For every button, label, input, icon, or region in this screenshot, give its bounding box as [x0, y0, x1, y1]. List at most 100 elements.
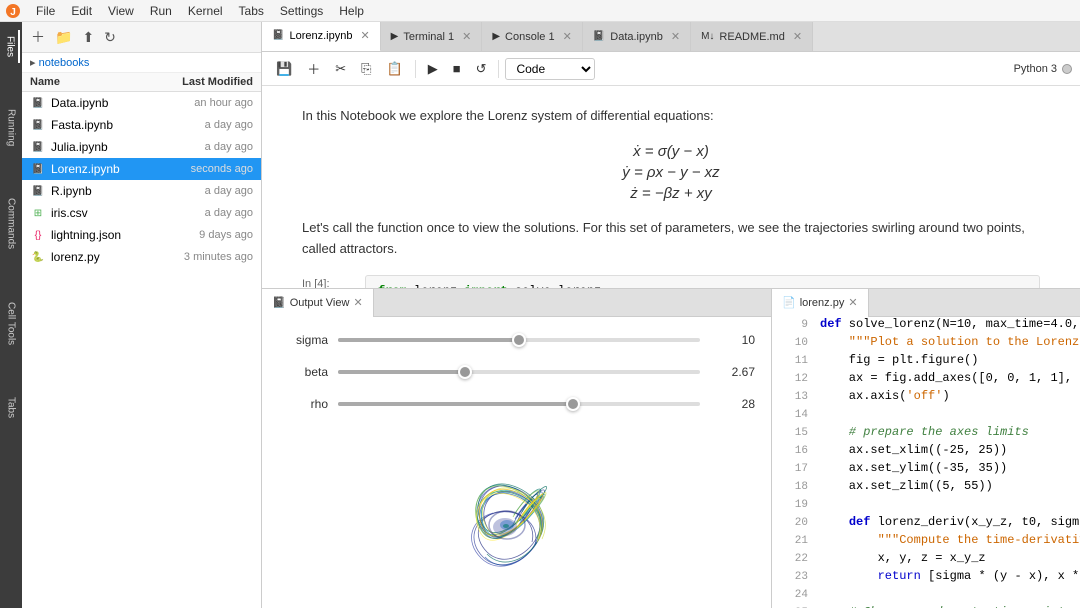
sidebar-cell-tools[interactable]: Cell Tools [4, 296, 19, 351]
line-number: 9 [776, 319, 808, 331]
save-button[interactable]: 💾 [270, 58, 298, 80]
upload-button[interactable]: ⬆ [79, 28, 97, 47]
menu-settings[interactable]: Settings [272, 2, 331, 20]
file-icon: 🐍 [30, 249, 46, 265]
file-item[interactable]: 📓 Fasta.ipynb a day ago [22, 114, 261, 136]
file-modified: a day ago [153, 185, 253, 197]
add-cell-button[interactable]: ＋ [301, 56, 326, 81]
breadcrumb-link[interactable]: notebooks [39, 57, 90, 69]
menu-run[interactable]: Run [142, 2, 180, 20]
file-item[interactable]: 📓 Data.ipynb an hour ago [22, 92, 261, 114]
menu-view[interactable]: View [100, 2, 142, 20]
math-line-3: ż = −βz + xy [302, 185, 1040, 202]
tab-label: Lorenz.ipynb [289, 30, 352, 42]
file-item[interactable]: 📓 Julia.ipynb a day ago [22, 136, 261, 158]
run-button[interactable]: ▶ [422, 58, 444, 80]
math-equations: ẋ = σ(y − x) ẏ = ρx − y − xz ż = −βz + x… [302, 143, 1040, 202]
breadcrumb: ▸ notebooks [22, 53, 261, 73]
output-tab-label: Output View [290, 297, 350, 309]
sidebar-commands[interactable]: Commands [4, 192, 19, 255]
tab-close[interactable]: ✕ [671, 30, 680, 43]
line-content: """Plot a solution to the Lorenz differe… [820, 335, 1080, 349]
slider-value: 10 [710, 333, 755, 347]
cut-button[interactable]: ✂ [329, 58, 352, 80]
tab-label: Terminal 1 [403, 31, 454, 43]
refresh-button[interactable]: ↻ [101, 28, 119, 47]
editor-line: 20 def lorenz_deriv(x_y_z, t0, sigma=sig… [772, 515, 1080, 533]
slider-label: sigma [278, 333, 328, 347]
tab-close[interactable]: ✕ [462, 30, 471, 43]
slider-track[interactable] [338, 338, 700, 342]
tab-close[interactable]: ✕ [563, 30, 572, 43]
line-number: 18 [776, 481, 808, 493]
tab-close[interactable]: ✕ [360, 29, 369, 42]
cell-type-select[interactable]: Code Markdown Raw [505, 58, 595, 80]
file-item[interactable]: ⊞ iris.csv a day ago [22, 202, 261, 224]
tab-label: README.md [719, 31, 784, 43]
editor-line: 17 ax.set_ylim((-35, 35)) [772, 461, 1080, 479]
new-folder-button[interactable]: 📁 [52, 28, 75, 47]
slider-track[interactable] [338, 370, 700, 374]
line-number: 19 [776, 499, 808, 511]
menu-help[interactable]: Help [331, 2, 372, 20]
editor-tab-close[interactable]: ✕ [848, 296, 857, 309]
content-area: 📓 Lorenz.ipynb ✕ ▶ Terminal 1 ✕ ▶ Consol… [262, 22, 1080, 608]
file-icon: 📓 [30, 139, 46, 155]
file-list: 📓 Data.ipynb an hour ago 📓 Fasta.ipynb a… [22, 92, 261, 608]
cell-prompt: In [4]: [302, 278, 357, 288]
output-tab[interactable]: 📓 Output View ✕ [262, 289, 374, 317]
copy-button[interactable]: ⎘ [355, 58, 377, 80]
file-item[interactable]: {} lightning.json 9 days ago [22, 224, 261, 246]
line-number: 13 [776, 391, 808, 403]
file-name: R.ipynb [51, 184, 153, 198]
tab[interactable]: ▶ Terminal 1 ✕ [381, 22, 483, 52]
editor-tab-icon: 📄 [782, 296, 796, 309]
line-number: 17 [776, 463, 808, 475]
interrupt-button[interactable]: ■ [447, 58, 467, 79]
sidebar-files[interactable]: Files [3, 30, 20, 63]
menu-tabs[interactable]: Tabs [231, 2, 272, 20]
file-name: Julia.ipynb [51, 140, 153, 154]
tab[interactable]: M↓ README.md ✕ [691, 22, 813, 52]
tab[interactable]: ▶ Console 1 ✕ [482, 22, 582, 52]
slider-value: 28 [710, 397, 755, 411]
line-content: x, y, z = x_y_z [820, 551, 1080, 565]
kernel-indicator [1062, 64, 1072, 74]
tab-label: Data.ipynb [610, 31, 663, 43]
line-content: # prepare the axes limits [820, 425, 1080, 439]
file-item[interactable]: 📓 R.ipynb a day ago [22, 180, 261, 202]
editor-tab[interactable]: 📄 lorenz.py ✕ [772, 289, 869, 317]
tab-close[interactable]: ✕ [793, 30, 802, 43]
file-item[interactable]: 📓 Lorenz.ipynb seconds ago [22, 158, 261, 180]
tab[interactable]: 📓 Data.ipynb ✕ [583, 22, 691, 52]
cell-code[interactable]: from lorenz import solve_lorenz t, x_t =… [365, 275, 1040, 288]
editor-line: 14 [772, 407, 1080, 425]
menu-file[interactable]: File [28, 2, 63, 20]
editor-line: 22 x, y, z = x_y_z [772, 551, 1080, 569]
toolbar-separator-1 [415, 60, 416, 78]
line-number: 22 [776, 553, 808, 565]
file-item[interactable]: 🐍 lorenz.py 3 minutes ago [22, 246, 261, 268]
tab-icon: 📓 [272, 30, 284, 41]
file-icon: ⊞ [30, 205, 46, 221]
menu-kernel[interactable]: Kernel [180, 2, 231, 20]
editor-line: 10 """Plot a solution to the Lorenz diff… [772, 335, 1080, 353]
slider-label: rho [278, 397, 328, 411]
tab[interactable]: 📓 Lorenz.ipynb ✕ [262, 22, 381, 52]
sidebar-tabs[interactable]: Tabs [4, 391, 19, 424]
file-modified: a day ago [153, 141, 253, 153]
header-name: Name [30, 76, 153, 88]
line-content [820, 587, 1080, 601]
paste-button[interactable]: 📋 [381, 58, 409, 80]
slider-track[interactable] [338, 402, 700, 406]
output-content: sigma 10 beta 2.67 rho 28 [262, 317, 771, 608]
output-tab-close[interactable]: ✕ [353, 296, 362, 309]
line-number: 10 [776, 337, 808, 349]
line-number: 12 [776, 373, 808, 385]
sidebar-running[interactable]: Running [4, 103, 19, 152]
restart-button[interactable]: ↺ [470, 58, 493, 80]
editor-line: 16 ax.set_xlim((-25, 25)) [772, 443, 1080, 461]
new-file-button[interactable]: ＋ [28, 26, 48, 48]
editor-content[interactable]: 9 def solve_lorenz(N=10, max_time=4.0, s… [772, 317, 1080, 608]
menu-edit[interactable]: Edit [63, 2, 100, 20]
